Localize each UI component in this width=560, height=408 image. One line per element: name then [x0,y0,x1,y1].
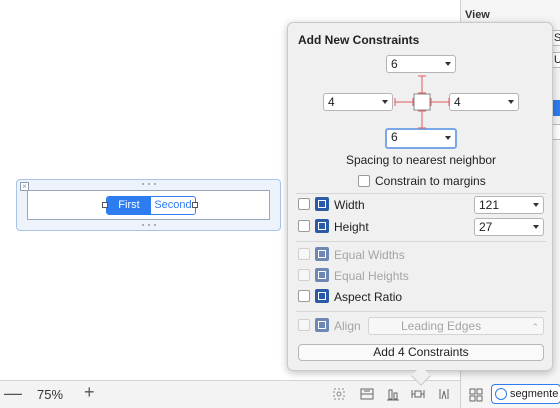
height-checkbox[interactable] [298,220,310,232]
scene-view[interactable]: First Second [27,190,270,220]
align-select[interactable]: Leading Edges ⌃ [368,317,544,335]
resolve-layout-icon[interactable] [437,387,451,401]
inspector-field[interactable] [552,124,560,140]
inspector-section-title: View [465,9,490,21]
width-value-select[interactable]: 121 [474,196,544,214]
height-icon [315,219,329,233]
updown-chevron-icon: ⌃ [531,322,539,332]
spacing-top-value: 6 [391,57,398,71]
aspect-ratio-icon [315,289,329,303]
inspector-toggle[interactable] [552,100,560,116]
spacing-caption: Spacing to nearest neighbor [345,153,497,167]
constrain-margins-label: Constrain to margins [375,174,486,188]
spacing-bottom-value: 6 [391,130,398,144]
zoom-level: 75% [37,387,64,402]
inspector-field[interactable]: U [552,52,560,68]
segment-first[interactable]: First [107,197,151,214]
library-search-input[interactable]: segmente [491,384,560,404]
constrain-margins-checkbox[interactable] [358,175,370,187]
spacing-right-value: 4 [454,95,461,109]
segmented-control[interactable]: First Second [106,196,196,215]
align-value: Leading Edges [401,319,482,333]
update-frames-icon[interactable] [332,387,346,401]
width-checkbox[interactable] [298,198,310,210]
spacing-left-value: 4 [328,95,335,109]
top-grip-icon [141,183,156,186]
spacing-bottom-select[interactable]: 6 [385,128,457,149]
align-icon [315,318,329,332]
equal-widths-label: Equal Widths [334,248,405,262]
divider [296,311,546,312]
aspect-ratio-checkbox[interactable] [298,290,310,302]
spacing-top-select[interactable]: 6 [386,55,456,73]
canvas-bottom-bar: — 75% + [0,380,460,408]
zoom-in-button[interactable]: + [84,382,95,403]
filter-icon [495,388,507,400]
height-value-select[interactable]: 27 [474,218,544,236]
height-label: Height [334,220,369,234]
spacing-right-select[interactable]: 4 [449,93,519,111]
zoom-out-button[interactable]: — [4,383,22,404]
align-label: Align [334,319,361,333]
constraint-struts-icon[interactable] [393,75,453,129]
add-constraints-icon[interactable] [411,387,425,401]
width-value: 121 [479,198,500,212]
equal-heights-checkbox[interactable] [298,269,310,281]
scene-container[interactable]: × First Second [16,179,281,231]
grid-view-icon[interactable] [469,388,483,402]
align-icon[interactable] [386,387,400,401]
align-checkbox[interactable] [298,319,310,331]
embed-in-stack-icon[interactable] [360,387,374,401]
aspect-ratio-label: Aspect Ratio [334,290,403,304]
equal-heights-label: Equal Heights [334,269,409,283]
width-icon [315,197,329,211]
library-search-value: segmente [510,388,559,400]
resize-handle-right[interactable] [192,202,198,208]
resize-handle-left[interactable] [102,202,108,208]
width-label: Width [334,198,365,212]
equal-widths-checkbox[interactable] [298,248,310,260]
divider [296,241,546,242]
equal-widths-icon [315,247,329,261]
divider [296,193,546,194]
popover-title: Add New Constraints [298,33,420,47]
add-constraints-button[interactable]: Add 4 Constraints [298,344,544,361]
add-constraints-popover: Add New Constraints 6 4 4 6 Spacing to n… [287,22,553,386]
height-value: 27 [479,220,493,234]
segment-second[interactable]: Second [151,197,195,214]
spacing-left-select[interactable]: 4 [323,93,393,111]
equal-heights-icon [315,268,329,282]
inspector-field[interactable]: S [552,30,560,46]
bottom-grip-icon [141,224,156,227]
